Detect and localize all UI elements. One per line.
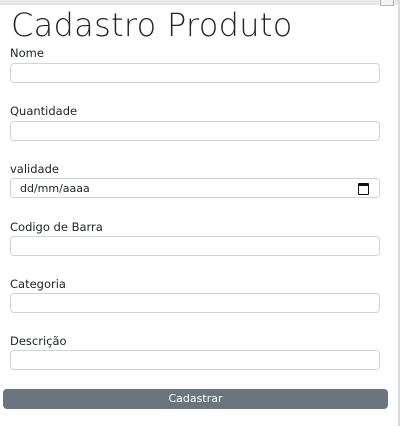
quantidade-label: Quantidade <box>10 104 78 118</box>
descricao-input[interactable] <box>10 350 380 370</box>
nome-input[interactable] <box>10 63 380 83</box>
window-control-icon[interactable] <box>380 0 394 6</box>
calendar-icon[interactable] <box>358 183 369 195</box>
validade-date-placeholder: dd/mm/aaaa <box>20 182 90 195</box>
nome-label: Nome <box>10 46 44 60</box>
descricao-label: Descrição <box>10 334 67 348</box>
categoria-label: Categoria <box>10 277 66 291</box>
codigo-barra-input[interactable] <box>10 236 380 256</box>
categoria-input[interactable] <box>10 293 380 313</box>
quantidade-input[interactable] <box>10 121 380 141</box>
product-registration-page: Cadastro Produto Nome Quantidade validad… <box>0 0 400 426</box>
cadastrar-button[interactable]: Cadastrar <box>3 389 388 409</box>
validade-label: validade <box>10 162 59 176</box>
codigo-barra-label: Codigo de Barra <box>10 220 103 234</box>
page-title: Cadastro Produto <box>11 6 293 44</box>
window-top-strip <box>0 0 400 6</box>
validade-date-input[interactable]: dd/mm/aaaa <box>10 178 380 198</box>
